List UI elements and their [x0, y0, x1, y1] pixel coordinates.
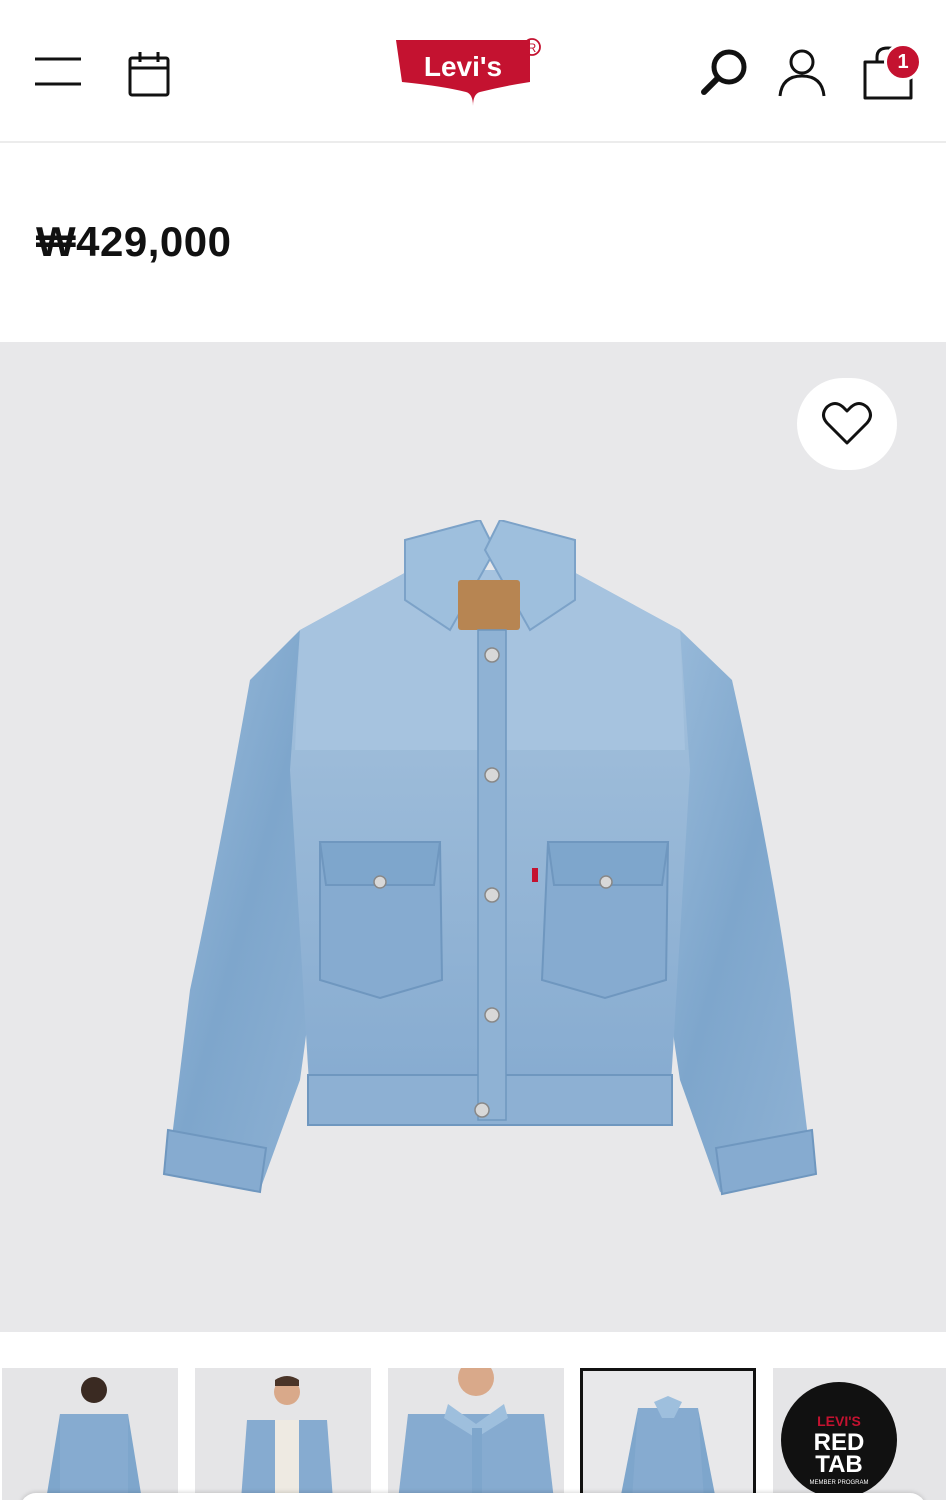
- thumbnail-4[interactable]: [580, 1368, 756, 1500]
- calendar-button[interactable]: [120, 46, 178, 102]
- registered-mark: R: [528, 41, 537, 55]
- calendar-icon: [128, 52, 170, 97]
- red-tab-member-logo: LEVI'S RED TAB MEMBER PROGRAM: [781, 1382, 897, 1498]
- thumbnail-strip: LEVI'S RED TAB MEMBER PROGRAM: [0, 1368, 946, 1500]
- account-icon: [778, 49, 826, 97]
- product-price: ₩429,000: [36, 218, 232, 265]
- redtab-tab-text: TAB: [815, 1451, 863, 1478]
- redtab-member-text: MEMBER PROGRAM: [809, 1480, 868, 1486]
- search-button[interactable]: [694, 42, 754, 102]
- thumbnail-image-flat: [620, 1396, 716, 1500]
- thumbnail-5-red-tab[interactable]: LEVI'S RED TAB MEMBER PROGRAM: [773, 1368, 946, 1500]
- thumbnail-3[interactable]: [388, 1368, 564, 1500]
- redtab-brand-text: LEVI'S: [817, 1413, 861, 1429]
- site-header: Levi's R 1: [0, 0, 946, 143]
- thumbnail-image-back: [46, 1377, 142, 1500]
- brand-wordmark: Levi's: [424, 51, 502, 82]
- denim-jacket-image: [162, 520, 818, 1196]
- menu-button[interactable]: [28, 44, 88, 100]
- cart-count-badge: 1: [884, 43, 922, 81]
- favorite-button[interactable]: [797, 378, 897, 470]
- thumbnail-image-front: [241, 1376, 333, 1500]
- thumbnail-1[interactable]: [2, 1368, 178, 1500]
- bottom-sheet-handle[interactable]: [20, 1493, 926, 1500]
- thumbnail-2[interactable]: [195, 1368, 371, 1500]
- menu-icon: [35, 57, 81, 86]
- account-button[interactable]: [772, 42, 832, 102]
- search-icon: [701, 49, 747, 95]
- heart-icon: [822, 402, 872, 445]
- thumbnail-image-detail: [398, 1368, 554, 1500]
- levis-logo[interactable]: Levi's R: [392, 36, 554, 108]
